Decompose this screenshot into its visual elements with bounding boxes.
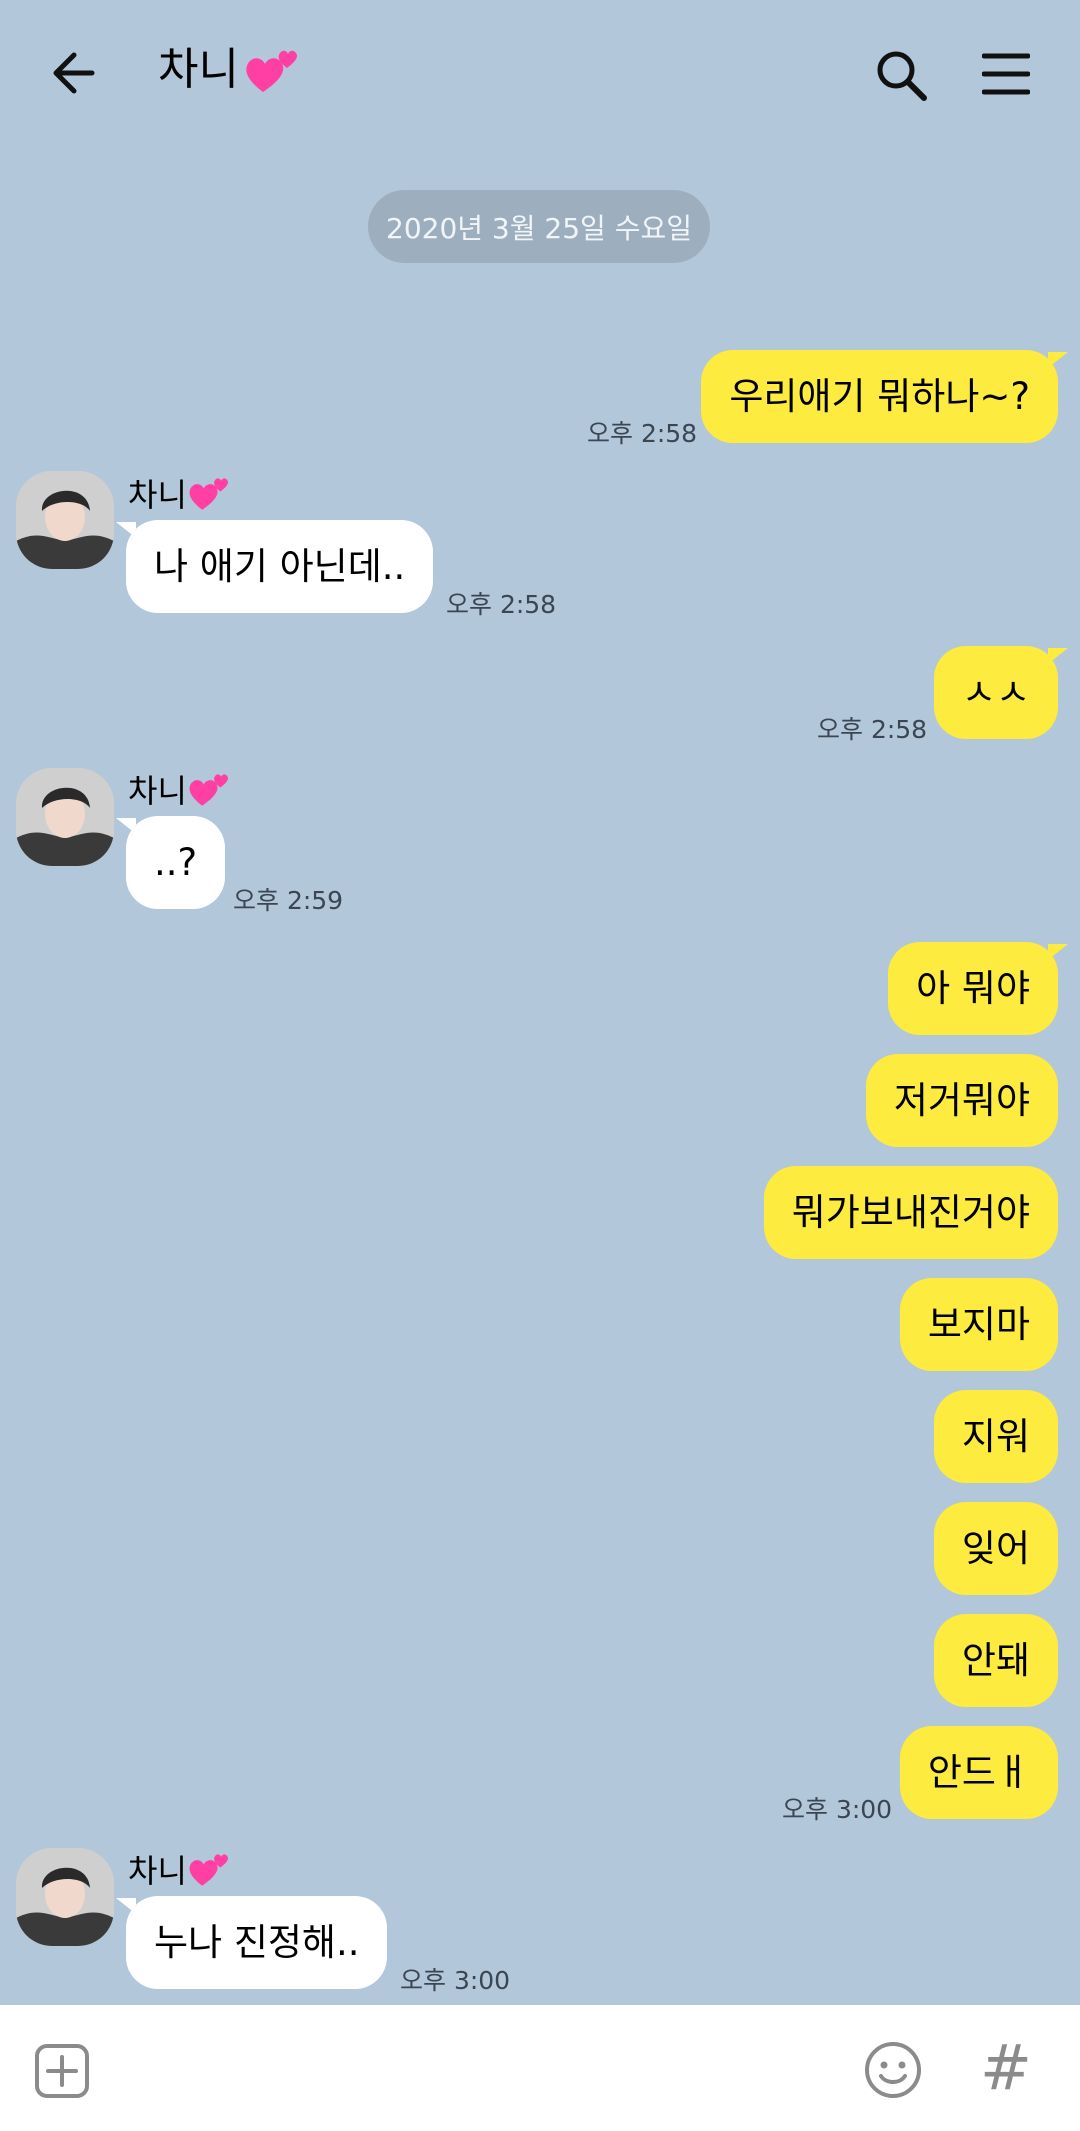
arrow-left-icon: [53, 52, 95, 94]
hashtag-search-button[interactable]: #: [980, 2035, 1040, 2101]
message-bubble-outgoing[interactable]: 잊어: [933, 1502, 1058, 1595]
contact-avatar[interactable]: [16, 471, 114, 569]
emoji-button[interactable]: [864, 2041, 922, 2099]
message-time: 오후 2:59: [233, 886, 344, 915]
attach-button[interactable]: [34, 2043, 90, 2099]
message-time: 오후 2:58: [587, 419, 698, 448]
sender-name-text: 차니: [128, 476, 187, 514]
two-hearts-icon: [189, 1854, 228, 1886]
chat-header: 차니: [0, 0, 1080, 150]
chat-title-text: 차니: [158, 44, 239, 95]
search-icon: [877, 51, 927, 101]
contact-avatar[interactable]: [16, 768, 114, 866]
message-input-bar[interactable]: #: [0, 2005, 1080, 2131]
message-bubble-outgoing[interactable]: 보지마: [899, 1278, 1058, 1371]
message-bubble-incoming[interactable]: 누나 진정해..: [115, 1896, 388, 1989]
message-bubble-outgoing[interactable]: 안드ㅐ: [899, 1726, 1058, 1819]
back-button[interactable]: [48, 45, 108, 101]
message-bubble-outgoing[interactable]: 저거뭐야: [865, 1054, 1058, 1147]
message-bubble-outgoing[interactable]: 안돼: [933, 1614, 1058, 1707]
contact-avatar[interactable]: [16, 1848, 114, 1946]
message-time: 오후 2:58: [446, 590, 557, 619]
message-bubble-outgoing[interactable]: 지워: [933, 1390, 1058, 1483]
sender-name-text: 차니: [128, 772, 187, 810]
message-bubble-outgoing[interactable]: 우리애기 뭐하나~?: [701, 350, 1068, 443]
two-hearts-icon: [246, 50, 297, 92]
message-bubble-outgoing[interactable]: 뭐가보내진거야: [763, 1166, 1058, 1259]
message-bubble-outgoing[interactable]: ㅅㅅ: [933, 646, 1069, 739]
search-button[interactable]: [874, 48, 928, 102]
plus-square-icon: [35, 2044, 89, 2098]
hamburger-menu-icon: [981, 53, 1031, 95]
two-hearts-icon: [189, 478, 228, 510]
date-divider: 2020년 3월 25일 수요일: [368, 190, 710, 263]
chat-title: 차니: [158, 40, 301, 100]
message-bubble-incoming[interactable]: 나 애기 아닌데..: [115, 520, 434, 613]
sender-name-text: 차니: [128, 1852, 187, 1890]
sender-name: 차니: [128, 470, 231, 516]
message-time: 오후 3:00: [400, 1966, 511, 1995]
menu-button[interactable]: [981, 52, 1031, 96]
message-time: 오후 3:00: [782, 1795, 893, 1824]
message-bubble-incoming[interactable]: ..?: [115, 816, 226, 909]
message-time: 오후 2:58: [817, 715, 928, 744]
sender-name: 차니: [128, 766, 231, 812]
sender-name: 차니: [128, 1846, 231, 1892]
smiley-icon: [865, 2042, 921, 2098]
two-hearts-icon: [189, 774, 228, 806]
message-bubble-outgoing[interactable]: 아 뭐야: [888, 942, 1068, 1035]
